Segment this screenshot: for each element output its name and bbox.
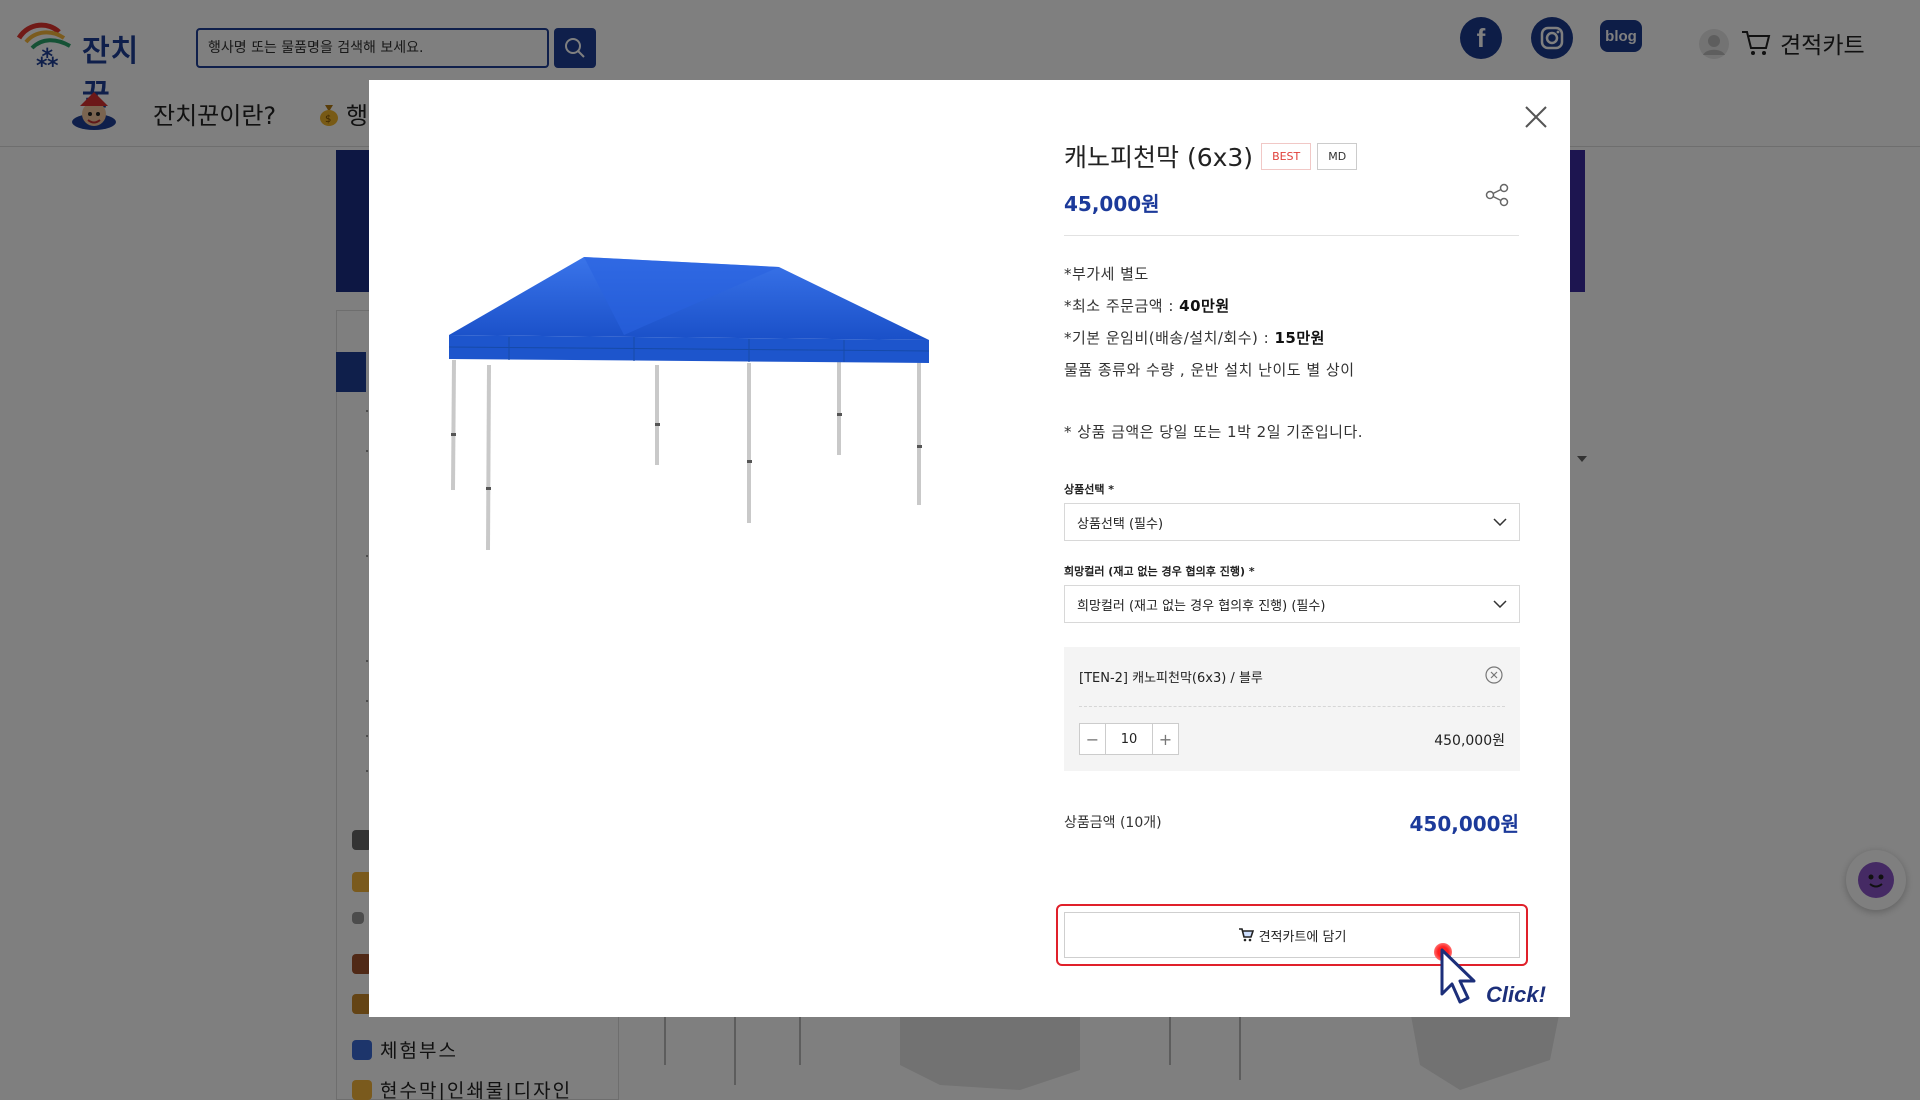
note-min-order-value: 40만원 bbox=[1179, 297, 1230, 315]
remove-option-icon[interactable] bbox=[1484, 665, 1504, 685]
note-vat: *부가세 별도 bbox=[1064, 265, 1149, 283]
click-annotation-text: Click! bbox=[1486, 982, 1546, 1007]
color-select[interactable]: 희망컬러 (재고 없는 경우 협의후 진행) (필수) bbox=[1064, 585, 1520, 623]
product-title-row: 캐노피천막 (6x3) BEST MD bbox=[1064, 138, 1358, 174]
chevron-down-icon bbox=[1493, 600, 1507, 608]
add-to-cart-label: 견적카트에 담기 bbox=[1258, 929, 1347, 945]
close-icon[interactable] bbox=[1519, 100, 1553, 134]
md-badge: MD bbox=[1317, 142, 1358, 170]
color-select-value: 희망컬러 (재고 없는 경우 협의후 진행) (필수) bbox=[1077, 598, 1326, 614]
note-shipping-label: *기본 운임비(배송/설치/회수) : bbox=[1064, 329, 1275, 347]
selected-option-box: [TEN-2] 캐노피천막(6x3) / 블루 − 10 + 450,000원 bbox=[1064, 647, 1520, 771]
note-price-basis: * 상품 금액은 당일 또는 1박 2일 기준입니다. bbox=[1064, 423, 1364, 441]
note-min-order: *최소 주문금액 : 40만원 bbox=[1064, 295, 1230, 316]
color-select-label: 희망컬러 (재고 없는 경우 협의후 진행) * bbox=[1064, 565, 1255, 578]
note-shipping-value: 15만원 bbox=[1274, 329, 1325, 347]
cart-icon bbox=[1238, 928, 1254, 942]
note-min-order-label: *최소 주문금액 : bbox=[1064, 297, 1180, 315]
product-select-label: 상품선택 * bbox=[1064, 483, 1115, 496]
quantity-stepper: − 10 + bbox=[1079, 723, 1179, 755]
product-image bbox=[449, 257, 930, 551]
divider bbox=[1064, 235, 1519, 236]
selected-option-name: [TEN-2] 캐노피천막(6x3) / 블루 bbox=[1079, 671, 1263, 686]
cursor-icon bbox=[1440, 948, 1476, 1004]
product-quick-view-modal: 캐노피천막 (6x3) BEST MD 45,000원 *부가세 별도 *최소 … bbox=[369, 80, 1570, 1017]
total-label: 상품금액 (10개) bbox=[1064, 815, 1162, 831]
share-icon[interactable] bbox=[1484, 182, 1510, 208]
quantity-input[interactable]: 10 bbox=[1105, 724, 1153, 754]
note-shipping: *기본 운임비(배송/설치/회수) : 15만원 bbox=[1064, 327, 1325, 348]
note-variance: 물품 종류와 수량 , 운반 설치 난이도 별 상이 bbox=[1064, 361, 1355, 379]
product-price: 45,000원 bbox=[1064, 192, 1160, 216]
quantity-decrease-button[interactable]: − bbox=[1080, 724, 1105, 754]
selected-option-price: 450,000원 bbox=[1434, 733, 1505, 749]
quantity-increase-button[interactable]: + bbox=[1153, 724, 1178, 754]
product-select-value: 상품선택 (필수) bbox=[1077, 516, 1164, 532]
best-badge: BEST bbox=[1261, 142, 1312, 170]
total-price: 450,000원 bbox=[1409, 812, 1520, 836]
chevron-down-icon bbox=[1493, 518, 1507, 526]
option-divider bbox=[1079, 706, 1505, 707]
product-select[interactable]: 상품선택 (필수) bbox=[1064, 503, 1520, 541]
product-title: 캐노피천막 (6x3) bbox=[1064, 143, 1254, 172]
